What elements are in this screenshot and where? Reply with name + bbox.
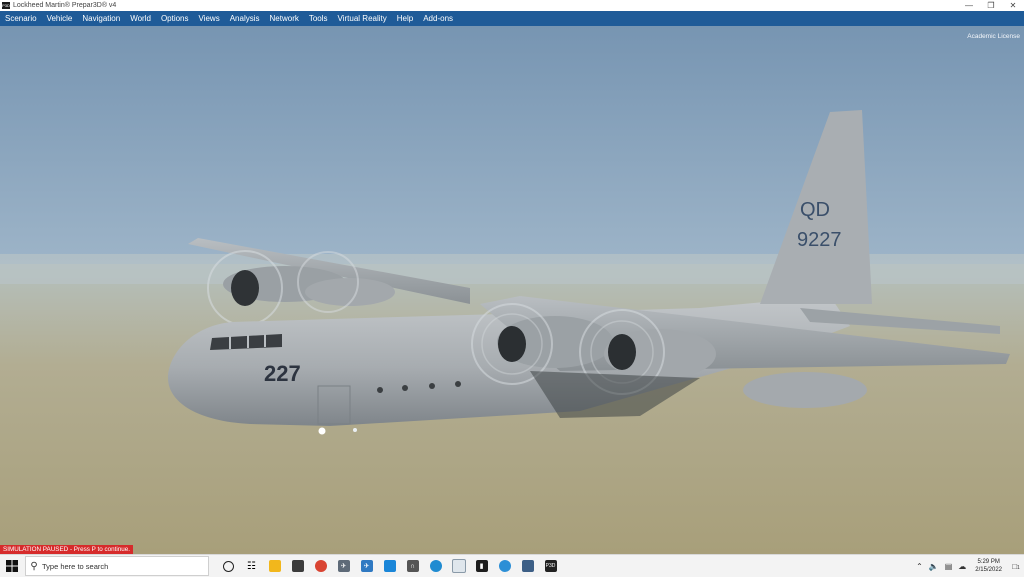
menu-add-ons[interactable]: Add-ons bbox=[418, 11, 458, 26]
window-title: Lockheed Martin® Prepar3D® v4 bbox=[13, 2, 117, 9]
license-label: Academic License bbox=[967, 33, 1020, 40]
notification-icon[interactable]: □1 bbox=[1008, 562, 1024, 571]
speaker-icon[interactable]: 🔈 bbox=[926, 562, 942, 571]
menu-options[interactable]: Options bbox=[156, 11, 194, 26]
chrome-icon[interactable] bbox=[309, 555, 332, 577]
network-icon[interactable]: ▤ bbox=[942, 562, 956, 571]
clock[interactable]: 5:29 PM 2/15/2022 bbox=[969, 558, 1008, 574]
external-fuel-tank bbox=[743, 372, 867, 408]
notification-count: 1 bbox=[1017, 564, 1020, 571]
menu-world[interactable]: World bbox=[125, 11, 156, 26]
pinned-apps: ☷ ✈ ✈ ∩ ▮ P3D bbox=[217, 555, 562, 577]
search-placeholder: Type here to search bbox=[42, 561, 109, 571]
cloud-icon[interactable]: ☁ bbox=[955, 562, 969, 571]
file-explorer-icon[interactable] bbox=[263, 555, 286, 577]
menu-virtual-reality[interactable]: Virtual Reality bbox=[333, 11, 392, 26]
menu-analysis[interactable]: Analysis bbox=[225, 11, 265, 26]
tail-code: QD bbox=[800, 199, 830, 221]
p3d-icon[interactable]: P3D bbox=[539, 555, 562, 577]
restore-icon[interactable]: ❐ bbox=[980, 0, 1002, 11]
globe-app-icon[interactable] bbox=[493, 555, 516, 577]
close-icon[interactable]: ✕ bbox=[1002, 0, 1024, 11]
terminal-icon[interactable]: ▮ bbox=[470, 555, 493, 577]
edge-icon[interactable] bbox=[424, 555, 447, 577]
document-app-icon[interactable] bbox=[516, 555, 539, 577]
simulation-view[interactable]: QD 9227 227 Academic License bbox=[0, 26, 1024, 554]
task-view-icon[interactable]: ☷ bbox=[240, 555, 263, 577]
search-icon: ⚲ bbox=[30, 560, 38, 572]
notepad-icon[interactable] bbox=[447, 555, 470, 577]
windows-logo-icon bbox=[6, 560, 18, 572]
plane-app-icon[interactable]: ✈ bbox=[355, 555, 378, 577]
prepar3d-app-icon: P3D bbox=[2, 2, 10, 9]
menu-views[interactable]: Views bbox=[194, 11, 225, 26]
window-controls: — ❐ ✕ bbox=[958, 0, 1024, 11]
taskbar: ⚲ Type here to search ☷ ✈ ✈ ∩ ▮ P3D ⌃ 🔈 … bbox=[0, 554, 1024, 577]
clock-date: 2/15/2022 bbox=[975, 567, 1002, 573]
blue-app-icon[interactable] bbox=[378, 555, 401, 577]
menu-network[interactable]: Network bbox=[265, 11, 304, 26]
menu-tools[interactable]: Tools bbox=[304, 11, 333, 26]
store-icon[interactable] bbox=[286, 555, 309, 577]
cortana-icon[interactable] bbox=[217, 555, 240, 577]
taskbar-search[interactable]: ⚲ Type here to search bbox=[25, 556, 209, 576]
bridge-app-icon[interactable]: ∩ bbox=[401, 555, 424, 577]
start-button[interactable] bbox=[0, 555, 24, 577]
simulation-paused-banner: SIMULATION PAUSED - Press P to continue. bbox=[0, 545, 134, 554]
clock-time: 5:29 PM bbox=[977, 559, 1000, 565]
system-tray: ⌃ 🔈 ▤ ☁ 5:29 PM 2/15/2022 □1 bbox=[913, 555, 1024, 577]
chevron-up-icon[interactable]: ⌃ bbox=[913, 562, 926, 571]
minimize-icon[interactable]: — bbox=[958, 0, 980, 11]
flight-app-icon[interactable]: ✈ bbox=[332, 555, 355, 577]
menu-help[interactable]: Help bbox=[392, 11, 418, 26]
scene-render: QD 9227 227 bbox=[0, 26, 1024, 554]
menu-vehicle[interactable]: Vehicle bbox=[42, 11, 78, 26]
title-bar: P3D Lockheed Martin® Prepar3D® v4 — ❐ ✕ bbox=[0, 0, 1024, 11]
menu-bar: Scenario Vehicle Navigation World Option… bbox=[0, 11, 1024, 26]
nose-number: 227 bbox=[264, 361, 301, 386]
tail-number: 9227 bbox=[797, 229, 842, 251]
menu-scenario[interactable]: Scenario bbox=[0, 11, 42, 26]
menu-navigation[interactable]: Navigation bbox=[77, 11, 125, 26]
